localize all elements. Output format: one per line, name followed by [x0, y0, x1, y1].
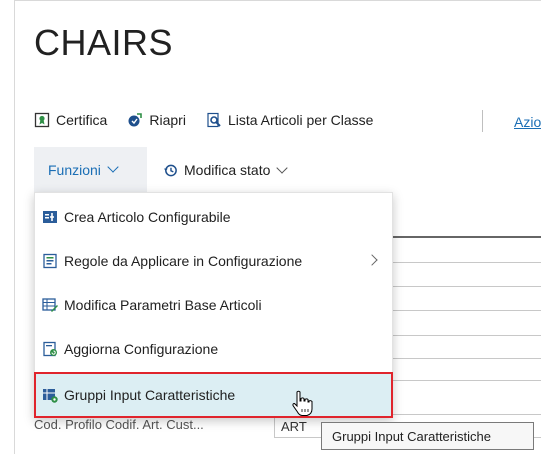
action-bar: Certifica Riapri Lista Articoli per Clas…: [34, 105, 393, 135]
funzioni-menu-button[interactable]: Funzioni: [34, 147, 147, 192]
chevron-down-icon: [276, 161, 289, 174]
chevron-down-icon: [107, 161, 119, 173]
chevron-right-icon: [366, 254, 378, 266]
menu-item-label: Crea Articolo Configurabile: [64, 209, 231, 225]
rules-icon: [43, 253, 57, 269]
menu-item-regole[interactable]: Regole da Applicare in Configurazione: [35, 239, 392, 283]
menu-item-crea-articolo[interactable]: Crea Articolo Configurabile: [35, 195, 392, 239]
riapri-label: Riapri: [149, 112, 186, 128]
action-separator: [482, 110, 483, 132]
modifica-stato-button[interactable]: Modifica stato: [163, 161, 289, 178]
funzioni-dropdown-menu: Crea Articolo Configurabile Regole da Ap…: [34, 192, 393, 418]
groups-input-icon: [43, 389, 58, 403]
menu-item-modifica-parametri[interactable]: Modifica Parametri Base Articoli: [35, 283, 392, 327]
hand-pointer-icon: [292, 390, 313, 416]
modifica-stato-label: Modifica stato: [184, 162, 271, 178]
menu-item-label: Regole da Applicare in Configurazione: [64, 253, 303, 269]
page-title: CHAIRS: [34, 22, 174, 63]
field-line: [392, 335, 541, 336]
field-line: [392, 262, 541, 263]
section-divider: [392, 236, 541, 238]
update-config-icon: [43, 341, 57, 357]
create-item-icon: [43, 211, 57, 223]
certificate-icon: [34, 112, 50, 128]
page-border-left: [14, 0, 15, 454]
field-line: [392, 310, 541, 311]
history-icon: [163, 164, 177, 176]
menu-item-label: Aggiorna Configurazione: [64, 341, 219, 357]
azioni-link[interactable]: Azio: [514, 114, 541, 130]
menu-item-gruppi-input[interactable]: Gruppi Input Caratteristiche: [34, 372, 393, 418]
funzioni-label: Funzioni: [48, 161, 101, 178]
menu-item-label: Gruppi Input Caratteristiche: [64, 387, 236, 403]
field-line: [392, 286, 541, 287]
lista-articoli-label: Lista Articoli per Classe: [227, 112, 374, 128]
field-line: [392, 358, 541, 359]
reopen-icon: [128, 113, 143, 127]
certifica-button[interactable]: Certifica: [34, 112, 107, 128]
menu-item-aggiorna[interactable]: Aggiorna Configurazione: [35, 327, 392, 371]
field-label: Cod. Profilo Codif. Art. Cust...: [34, 417, 204, 432]
edit-table-icon: [42, 298, 58, 312]
riapri-button[interactable]: Riapri: [127, 112, 186, 128]
certifica-label: Certifica: [56, 112, 108, 128]
page-border: [14, 0, 541, 1]
tooltip: Gruppi Input Caratteristiche: [321, 422, 534, 450]
lista-articoli-button[interactable]: Lista Articoli per Classe: [206, 112, 374, 128]
search-list-icon: [207, 112, 221, 128]
menu-item-label: Modifica Parametri Base Articoli: [64, 297, 262, 313]
field-line: [392, 380, 541, 381]
